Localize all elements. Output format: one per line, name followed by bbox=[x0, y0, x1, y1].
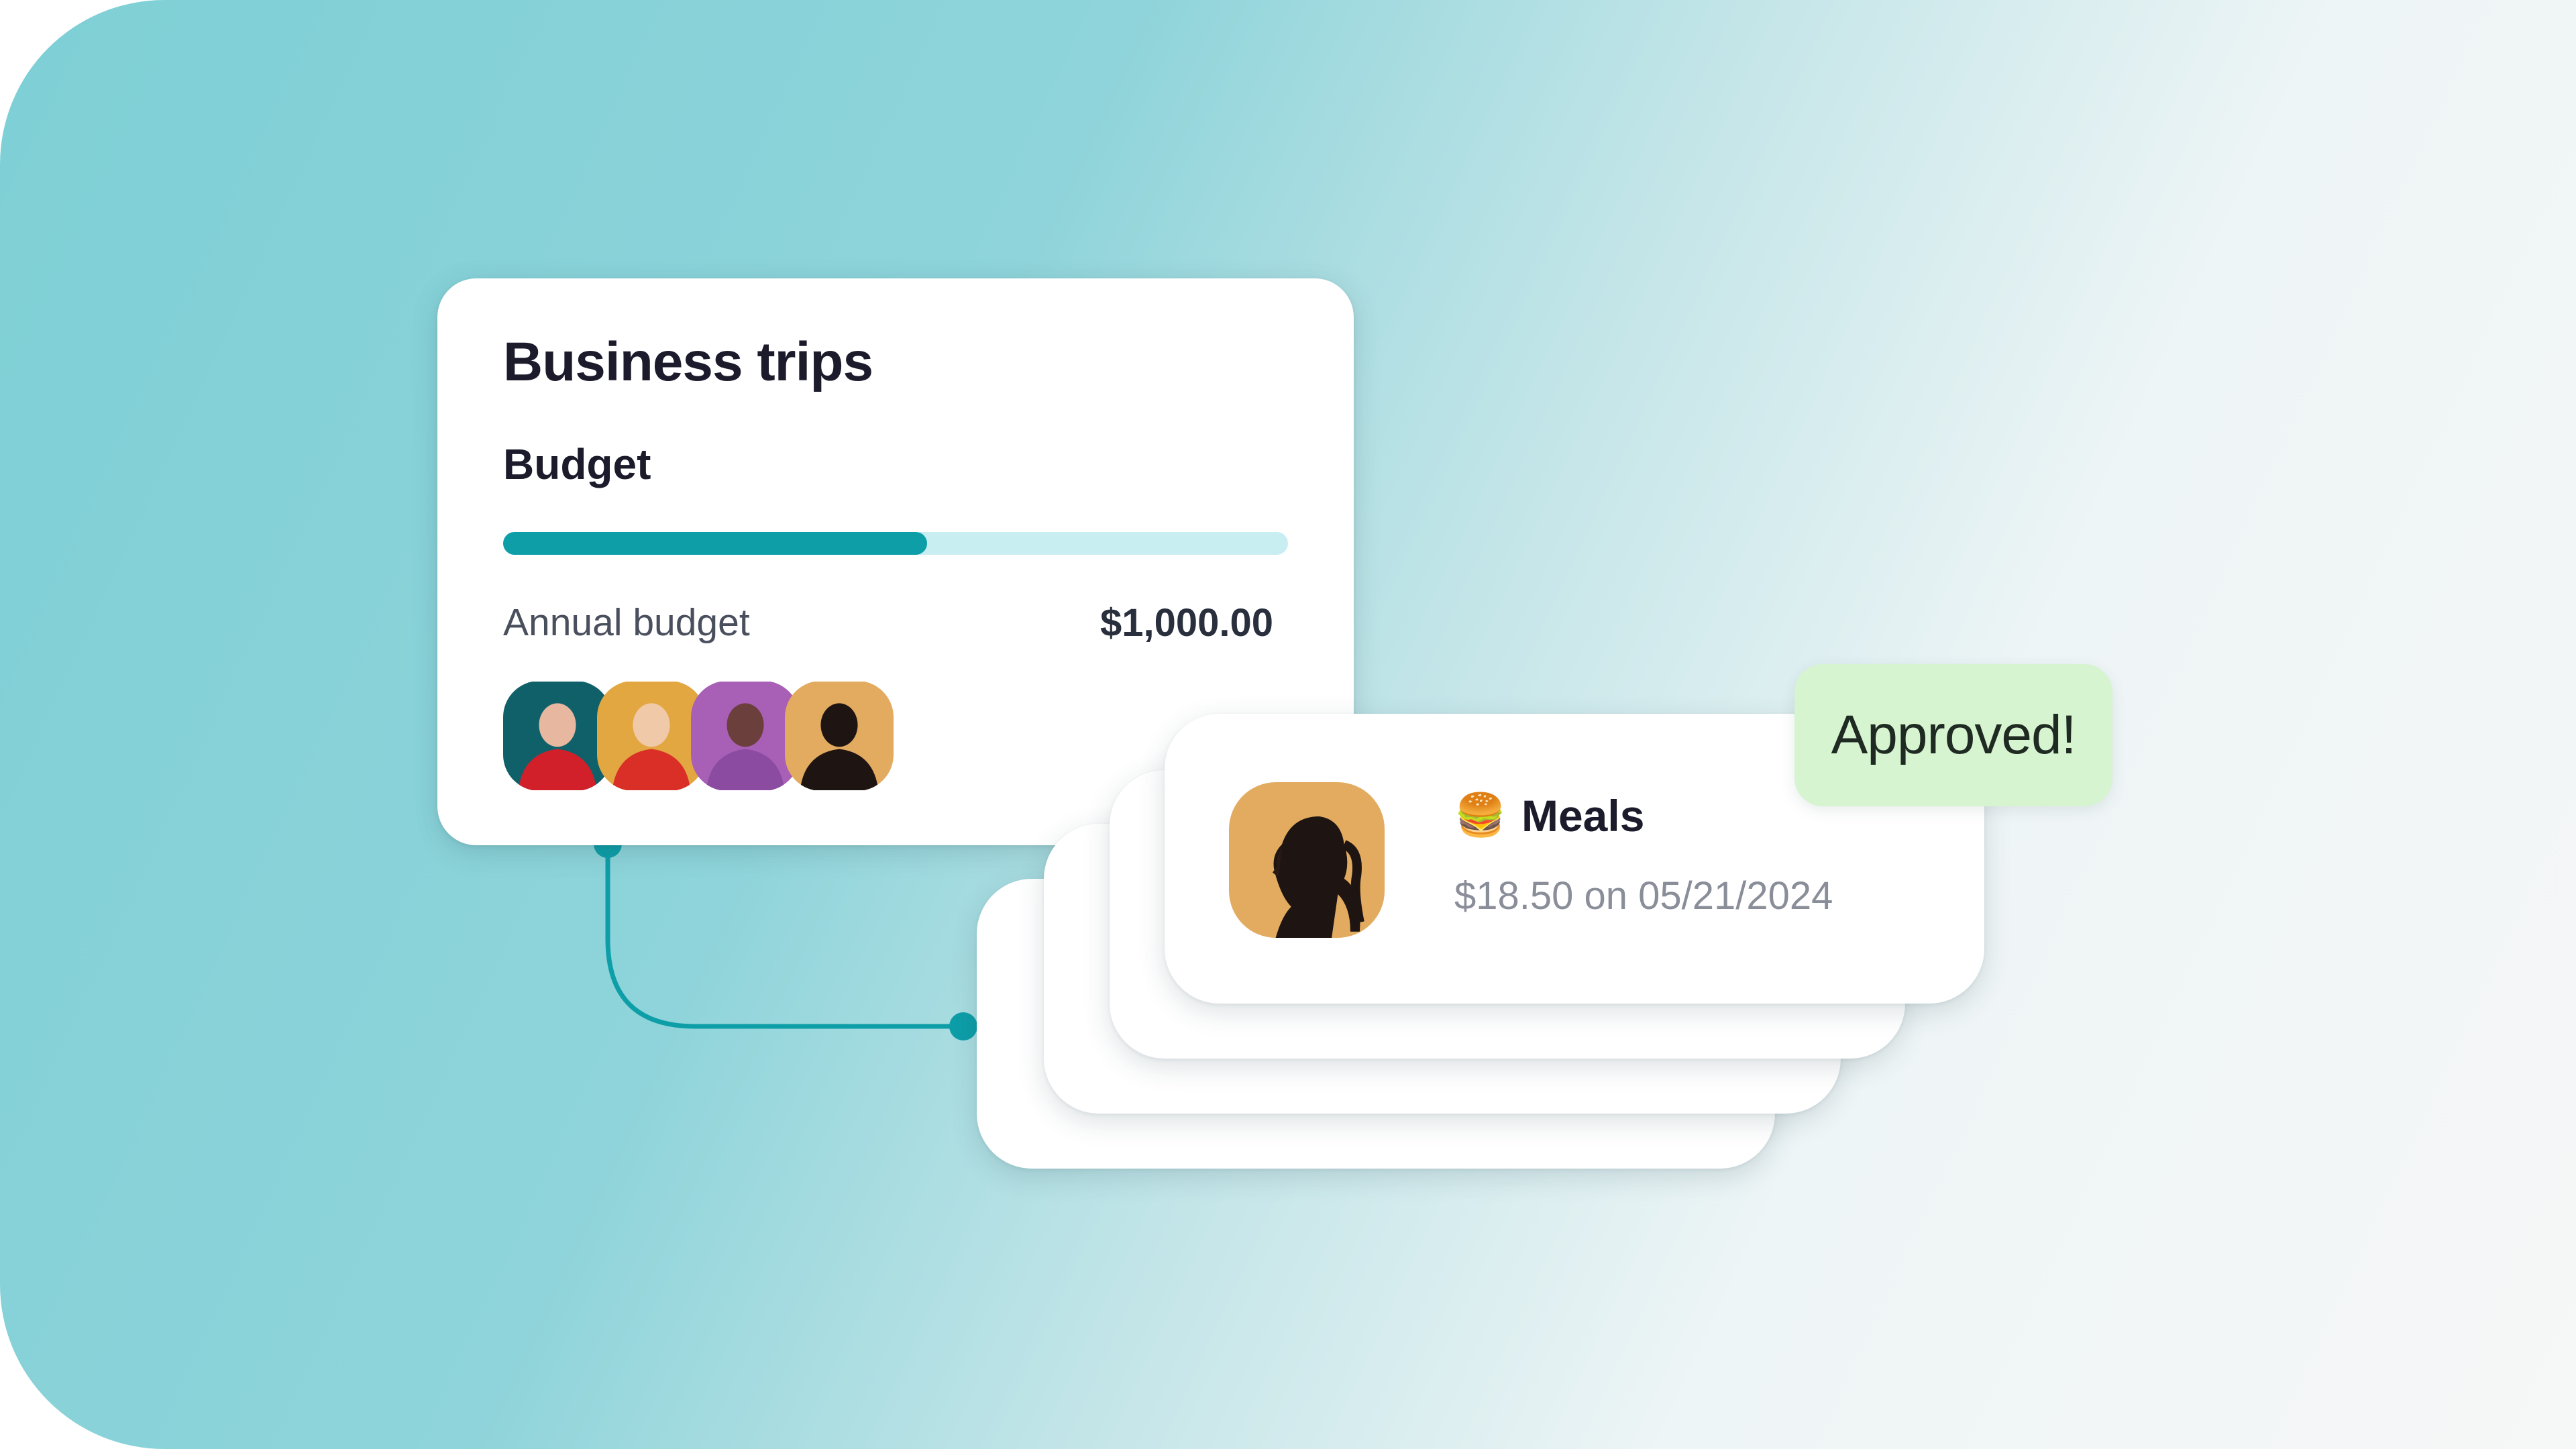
approved-badge: Approved! bbox=[1794, 664, 2112, 806]
avatar-3[interactable] bbox=[691, 681, 800, 791]
avatar-1[interactable] bbox=[503, 681, 612, 791]
expense-title: Meals bbox=[1521, 791, 1645, 841]
budget-progress-fill bbox=[503, 532, 927, 555]
budget-progress-bar bbox=[503, 532, 1288, 555]
connector-end-dot bbox=[949, 1012, 977, 1040]
avatar-2[interactable] bbox=[597, 681, 706, 791]
background-panel: Business trips Budget Annual budget $1,0… bbox=[0, 0, 2576, 1449]
annual-budget-label: Annual budget bbox=[503, 601, 750, 644]
avatar-4[interactable] bbox=[785, 681, 894, 791]
annual-budget-value: $1,000.00 bbox=[1099, 601, 1273, 645]
burger-icon: 🍔 bbox=[1454, 792, 1507, 839]
card-title: Business trips bbox=[503, 331, 873, 392]
expense-amount-date: $18.50 on 05/21/2024 bbox=[1454, 874, 1833, 918]
budget-heading: Budget bbox=[503, 440, 651, 488]
expense-avatar bbox=[1229, 782, 1385, 938]
